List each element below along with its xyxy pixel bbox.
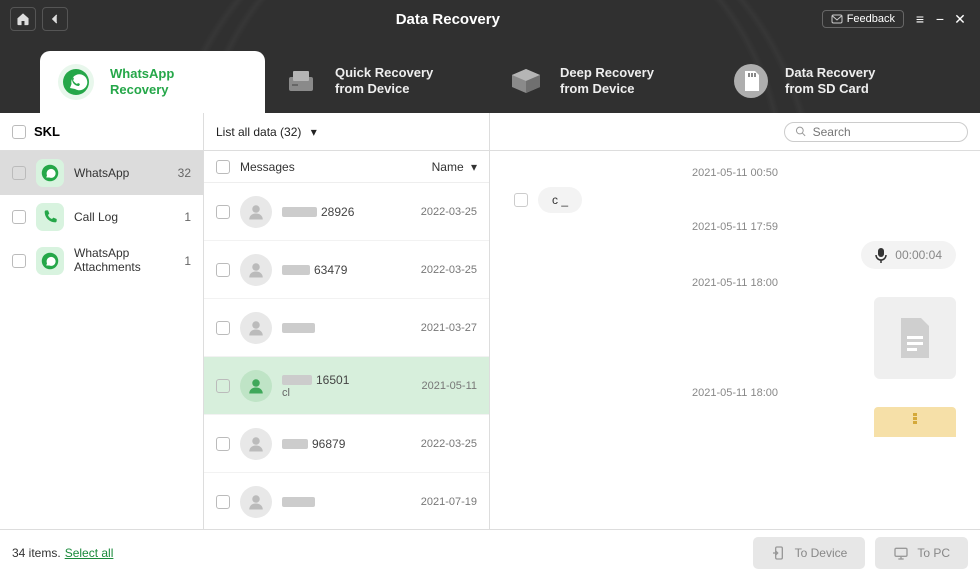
- app-title: Data Recovery: [74, 11, 822, 28]
- select-all-link[interactable]: Select all: [65, 546, 114, 560]
- item-count: 34 items.: [12, 546, 61, 560]
- chevron-down-icon: ▾: [311, 125, 317, 139]
- message-item[interactable]: 2021-03-27: [204, 299, 489, 357]
- filter-dropdown[interactable]: List all data (32) ▾: [216, 125, 317, 139]
- whatsapp-icon: [36, 159, 64, 187]
- avatar-icon: [240, 312, 272, 344]
- device-name: SKL: [34, 124, 60, 139]
- to-pc-icon: [893, 545, 909, 561]
- document-icon: [897, 316, 933, 360]
- message-checkbox[interactable]: [216, 263, 230, 277]
- quick-recovery-icon: [279, 59, 323, 103]
- message-date: 2021-07-19: [421, 496, 477, 508]
- zip-icon: [905, 411, 925, 431]
- deep-recovery-icon: [504, 59, 548, 103]
- menu-icon[interactable]: ≡: [910, 11, 930, 27]
- message-date: 2021-03-27: [421, 322, 477, 334]
- home-button[interactable]: [10, 7, 36, 31]
- voice-message[interactable]: 00:00:04: [861, 241, 956, 269]
- close-button[interactable]: ✕: [950, 11, 970, 28]
- timestamp: 2021-05-11 18:00: [514, 277, 956, 289]
- avatar-icon: [240, 428, 272, 460]
- minimize-button[interactable]: −: [930, 11, 950, 27]
- checkbox-call-log[interactable]: [12, 210, 26, 224]
- search-box[interactable]: [784, 122, 968, 142]
- search-input[interactable]: [813, 125, 957, 139]
- select-all-categories-checkbox[interactable]: [12, 125, 26, 139]
- zip-attachment[interactable]: [874, 407, 956, 437]
- message-item[interactable]: 634792022-03-25: [204, 241, 489, 299]
- phone-icon: [36, 203, 64, 231]
- attachment-icon: [36, 247, 64, 275]
- message-checkbox[interactable]: [216, 495, 230, 509]
- message-date: 2022-03-25: [421, 206, 477, 218]
- timestamp: 2021-05-11 18:00: [514, 387, 956, 399]
- checkbox-whatsapp[interactable]: [12, 166, 26, 180]
- message-item[interactable]: 289262022-03-25: [204, 183, 489, 241]
- search-icon: [795, 125, 807, 138]
- tab-whatsapp-recovery[interactable]: WhatsApp Recovery: [40, 51, 265, 113]
- sidebar-item-call-log[interactable]: Call Log 1: [0, 195, 203, 239]
- message-item[interactable]: 16501cl2021-05-11: [204, 357, 489, 415]
- tab-quick-recovery[interactable]: Quick Recovery from Device: [265, 49, 490, 113]
- message-checkbox[interactable]: [514, 193, 528, 207]
- checkbox-attachments[interactable]: [12, 254, 26, 268]
- column-messages: Messages: [240, 160, 422, 174]
- document-attachment[interactable]: [874, 297, 956, 379]
- message-date: 2021-05-11: [422, 380, 477, 392]
- column-name-sort[interactable]: Name ▾: [432, 160, 477, 174]
- timestamp: 2021-05-11 00:50: [514, 167, 956, 179]
- avatar-icon: [240, 486, 272, 518]
- to-device-icon: [771, 545, 787, 561]
- timestamp: 2021-05-11 17:59: [514, 221, 956, 233]
- whatsapp-icon: [54, 60, 98, 104]
- back-button[interactable]: [42, 7, 68, 31]
- sd-card-icon: [729, 59, 773, 103]
- feedback-button[interactable]: Feedback: [822, 10, 904, 28]
- message-checkbox[interactable]: [216, 321, 230, 335]
- tab-sd-recovery[interactable]: Data Recovery from SD Card: [715, 49, 940, 113]
- messages-list: 289262022-03-25634792022-03-25 2021-03-27…: [204, 183, 489, 529]
- microphone-icon: [875, 247, 887, 263]
- message-item[interactable]: 968792022-03-25: [204, 415, 489, 473]
- tab-deep-recovery[interactable]: Deep Recovery from Device: [490, 49, 715, 113]
- message-checkbox[interactable]: [216, 205, 230, 219]
- message-item[interactable]: 2021-07-19: [204, 473, 489, 529]
- select-all-messages-checkbox[interactable]: [216, 160, 230, 174]
- avatar-icon: [240, 196, 272, 228]
- message-checkbox[interactable]: [216, 379, 230, 393]
- message-date: 2022-03-25: [421, 264, 477, 276]
- feedback-label: Feedback: [847, 13, 895, 25]
- message-checkbox[interactable]: [216, 437, 230, 451]
- message-date: 2022-03-25: [421, 438, 477, 450]
- to-pc-button[interactable]: To PC: [875, 537, 968, 569]
- chat-bubble: c _: [538, 187, 582, 213]
- sort-icon: ▾: [471, 160, 477, 174]
- sidebar-item-whatsapp[interactable]: WhatsApp 32: [0, 151, 203, 195]
- sidebar-item-whatsapp-attachments[interactable]: WhatsApp Attachments 1: [0, 239, 203, 283]
- to-device-button[interactable]: To Device: [753, 537, 866, 569]
- avatar-icon: [240, 370, 272, 402]
- avatar-icon: [240, 254, 272, 286]
